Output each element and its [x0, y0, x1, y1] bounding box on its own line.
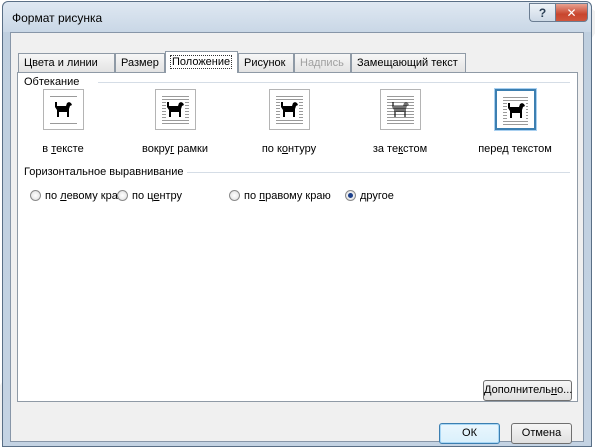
alignment-radio-row: по левому краю по центру по правому краю…	[18, 190, 577, 206]
wrap-contour-icon[interactable]	[268, 89, 310, 130]
wrapping-separator	[98, 82, 570, 83]
cancel-button[interactable]: Отмена	[511, 423, 572, 444]
dog-silhouette-icon	[506, 102, 526, 119]
radio-other-indicator[interactable]	[345, 190, 356, 201]
dog-silhouette-icon	[165, 101, 185, 118]
tab-size[interactable]: Размер	[115, 53, 165, 72]
close-button[interactable]: ✕	[555, 3, 588, 22]
tab-textbox: Надпись	[294, 53, 351, 72]
wrap-around-frame-label: вокруг рамки	[142, 143, 208, 155]
radio-align-center[interactable]: по центру	[117, 190, 182, 202]
wrap-option-around-frame[interactable]: вокруг рамки	[120, 89, 230, 155]
radio-align-left[interactable]: по левому краю	[30, 190, 126, 202]
wrap-in-front-text-icon[interactable]	[494, 89, 536, 130]
tab-position[interactable]: Положение	[165, 51, 238, 73]
radio-align-right[interactable]: по правому краю	[229, 190, 331, 202]
wrap-option-in-text[interactable]: в тексте	[8, 89, 118, 155]
wrap-behind-text-label: за текстом	[372, 143, 428, 155]
format-picture-dialog: Формат рисунка ? ✕ Цвета и линии Размер …	[2, 1, 592, 447]
ok-button[interactable]: ОК	[439, 423, 500, 444]
wrap-option-behind-text[interactable]: за текстом	[345, 89, 455, 155]
wrap-option-contour[interactable]: по контуру	[234, 89, 344, 155]
dog-silhouette-icon	[53, 101, 73, 118]
wrapping-group-label: Обтекание	[24, 76, 84, 88]
dialog-title: Формат рисунка	[12, 11, 103, 25]
wrap-option-in-front-text[interactable]: перед текстом	[460, 89, 570, 155]
radio-right-indicator[interactable]	[229, 190, 240, 201]
radio-center-indicator[interactable]	[117, 190, 128, 201]
advanced-button[interactable]: Дополнительно...	[483, 380, 572, 401]
radio-align-other[interactable]: другое	[345, 190, 394, 202]
tab-picture[interactable]: Рисунок	[238, 53, 294, 72]
wrap-contour-label: по контуру	[261, 143, 317, 155]
tab-colors-lines[interactable]: Цвета и линии	[18, 53, 115, 72]
wrap-in-text-label: в тексте	[42, 143, 84, 155]
dog-silhouette-icon	[391, 102, 409, 117]
help-button[interactable]: ?	[529, 3, 555, 22]
position-tab-panel: Обтекание в тексте вокруг рамки по контуру…	[17, 72, 578, 402]
radio-left-indicator[interactable]	[30, 190, 41, 201]
dialog-client-area: Цвета и линии Размер Положение Рисунок Н…	[10, 32, 584, 444]
tab-alt-text[interactable]: Замещающий текст	[351, 53, 466, 72]
wrap-in-front-text-label: перед текстом	[478, 143, 552, 155]
wrap-in-text-icon[interactable]	[42, 89, 84, 130]
alignment-separator	[183, 172, 570, 173]
alignment-group-label: Горизонтальное выравнивание	[24, 166, 188, 178]
wrap-around-frame-icon[interactable]	[154, 89, 196, 130]
wrap-behind-text-icon[interactable]	[379, 89, 421, 130]
dog-silhouette-icon	[279, 101, 299, 118]
title-bar[interactable]: Формат рисунка ? ✕	[3, 2, 591, 32]
